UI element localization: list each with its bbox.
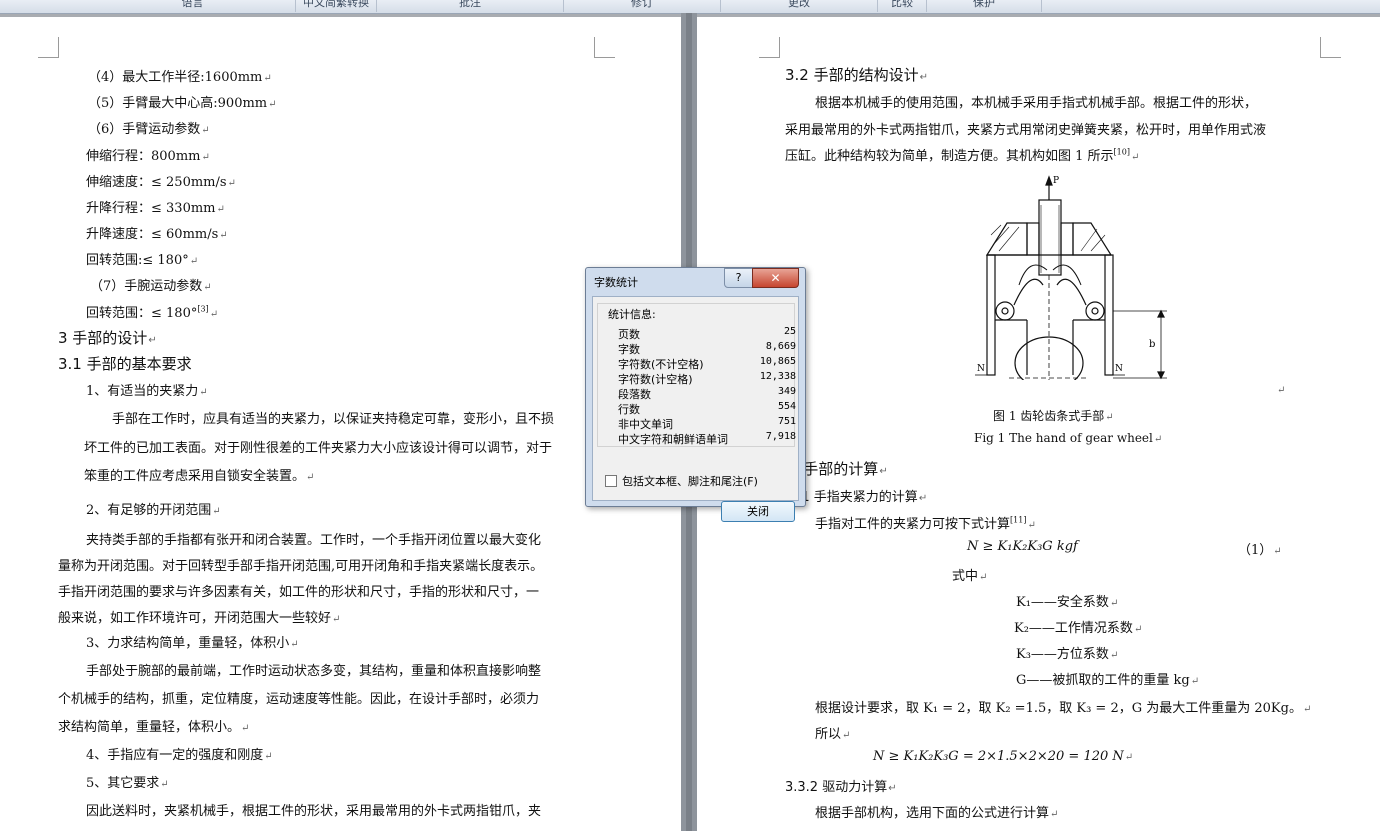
body-line: 所以↵ bbox=[815, 727, 851, 742]
ribbon-group-compare[interactable]: 比较 bbox=[878, 0, 927, 12]
body-line: 4、手指应有一定的强度和刚度↵ bbox=[86, 748, 273, 763]
definition-k2: K₂——工作情况系数↵ bbox=[1014, 621, 1143, 636]
body-line: 根据本机械手的使用范围，本机械手采用手指式机械手部。根据工件的形状， bbox=[815, 96, 1258, 111]
fig-label-n-right: N bbox=[1115, 364, 1123, 374]
definition-k1: K₁——安全系数↵ bbox=[1016, 595, 1119, 610]
stat-row-chars-no-spaces: 字符数(不计空格) 10,865 bbox=[618, 356, 796, 371]
margin-corner-mark bbox=[38, 37, 59, 58]
heading-3: 3 手部的设计↵ bbox=[58, 329, 157, 347]
figure-gear-hand: P b N N bbox=[975, 175, 1167, 380]
body-line: 笨重的工件应考虑采用自锁安全装置。↵ bbox=[84, 469, 315, 484]
body-line: （7）手腕运动参数↵ bbox=[90, 279, 212, 294]
body-line: 1、有适当的夹紧力↵ bbox=[86, 384, 208, 399]
body-line: 般来说，如工作环境许可，开闭范围大一些较好↵ bbox=[58, 611, 341, 626]
dialog-body: 统计信息: 页数 25 字数 8,669 字符数(不计空格) 10,865 字符数(计… bbox=[592, 296, 799, 522]
ribbon-group-protect[interactable]: 保护 bbox=[927, 0, 1042, 12]
ribbon-group-tracking[interactable]: 修订 bbox=[564, 0, 721, 12]
body-line: （5）手臂最大中心高:900mm↵ bbox=[88, 96, 277, 111]
margin-corner-mark bbox=[594, 37, 615, 58]
include-textboxes-checkbox[interactable] bbox=[605, 475, 617, 487]
stat-row-pages: 页数 25 bbox=[618, 326, 796, 341]
body-line: 2、有足够的开闭范围↵ bbox=[86, 503, 221, 518]
body-line: 个机械手的结构，抓重，定位精度，运动速度等性能。因此，在设计手部时，必须力 bbox=[58, 692, 540, 707]
body-line: 根据设计要求，取 K₁ = 2，取 K₂ =1.5，取 K₃ = 2，G 为最大… bbox=[815, 701, 1312, 716]
heading-3-1: 3.1 手部的基本要求 bbox=[58, 355, 192, 373]
heading-3-2: 3.2 手部的结构设计↵ bbox=[785, 66, 929, 84]
fig-label-n-left: N bbox=[977, 364, 985, 374]
formula-clamp-force: N ≥ K₁K₂K₃G kgf bbox=[967, 539, 1078, 554]
help-button[interactable]: ? bbox=[724, 268, 753, 288]
document-page-left[interactable]: （4）最大工作半径:1600mm↵ （5）手臂最大中心高:900mm↵ （6）手… bbox=[0, 17, 681, 831]
stat-row-lines: 行数 554 bbox=[618, 401, 796, 416]
body-line: 采用最常用的外卡式两指钳爪，夹紧方式用常闭史弹簧夹紧，松开时，用单作用式液 bbox=[785, 123, 1267, 138]
ribbon-group-language[interactable]: 语言 bbox=[90, 0, 296, 12]
heading-3-3-1: 3.1 手指夹紧力的计算↵ bbox=[789, 490, 928, 505]
body-line: 量称为开闭范围。对于回转型手部手指开闭范围,可用开闭角和手指夹紧端长度表示。 bbox=[58, 559, 544, 574]
body-line: 夹持类手部的手指都有张开和闭合装置。工作时，一个手指开闭位置以最大变化 bbox=[86, 533, 542, 548]
ribbon-group-comments[interactable]: 批注 bbox=[377, 0, 564, 12]
ribbon-group-convert[interactable]: 中文简繁转换 bbox=[296, 0, 377, 12]
body-line: 手指开闭范围的要求与许多因素有关，如工件的形状和尺寸，手指的形状和尺寸，一 bbox=[58, 585, 540, 600]
stat-row-words: 字数 8,669 bbox=[618, 341, 796, 356]
margin-corner-mark bbox=[759, 37, 780, 58]
help-icon: ? bbox=[735, 271, 742, 284]
body-line: （6）手臂运动参数↵ bbox=[88, 122, 210, 137]
body-line: 手指对工件的夹紧力可按下式计算[11]↵ bbox=[815, 515, 1036, 532]
dialog-title: 字数统计 bbox=[594, 276, 638, 289]
body-line: 手部处于腕部的最前端，工作时运动状态多变，其结构，重量和体积直接影响整 bbox=[86, 664, 542, 679]
stat-row-paragraphs: 段落数 349 bbox=[618, 386, 796, 401]
formula-result: N ≥ K₁K₂K₃G = 2×1.5×2×20 = 120 N↵ bbox=[873, 749, 1134, 764]
fig-label-b: b bbox=[1149, 339, 1155, 350]
body-line: 伸缩行程：800mm↵ bbox=[86, 149, 210, 164]
figure-caption-cn: 图 1 齿轮齿条式手部↵ bbox=[993, 409, 1114, 423]
body-line: 手部在工作时，应具有适当的夹紧力，以保证夹持稳定可靠，变形小，且不损 bbox=[112, 412, 555, 427]
include-textboxes-label[interactable]: 包括文本框、脚注和尾注(F) bbox=[622, 473, 758, 489]
equation-number: （1）↵ bbox=[1238, 543, 1282, 558]
definition-k3: K₃——方位系数↵ bbox=[1016, 647, 1119, 662]
figure-caption-en: Fig 1 The hand of gear wheel↵ bbox=[974, 431, 1163, 445]
heading-3-3-2: 3.3.2 驱动力计算↵ bbox=[785, 780, 897, 795]
body-line: 3、力求结构简单，重量轻，体积小↵ bbox=[86, 636, 299, 651]
stats-group-label: 统计信息: bbox=[606, 306, 658, 322]
stat-row-chars-with-spaces: 字符数(计空格) 12,338 bbox=[618, 371, 796, 386]
stat-row-asian-chars: 中文字符和朝鲜语单词 7,918 bbox=[618, 431, 796, 446]
body-line: 升降速度：≤ 60mm/s↵ bbox=[86, 227, 228, 242]
word-count-dialog: 字数统计 ? ✕ 统计信息: 页数 25 字数 8,669 字符数(不计空格) 10,… bbox=[585, 267, 806, 522]
body-line: 回转范围：≤ 180°[3]↵ bbox=[86, 304, 219, 321]
close-button[interactable]: 关闭 bbox=[721, 501, 795, 522]
ribbon-bar: 语言 中文简繁转换 批注 修订 更改 比较 保护 bbox=[0, 0, 1380, 14]
body-line: 回转范围:≤ 180°↵ bbox=[86, 253, 199, 268]
close-icon: ✕ bbox=[770, 271, 781, 285]
body-line: 式中↵ bbox=[952, 569, 988, 584]
paragraph-mark: ↵ bbox=[1277, 385, 1286, 396]
close-window-button[interactable]: ✕ bbox=[752, 268, 799, 288]
body-line: 伸缩速度：≤ 250mm/s↵ bbox=[86, 175, 236, 190]
body-line: 因此送料时，夹紧机械手，根据工件的形状，采用最常用的外卡式两指钳爪，夹 bbox=[86, 804, 542, 819]
definition-g: G——被抓取的工件的重量 kg↵ bbox=[1016, 673, 1200, 688]
body-line: 根据手部机构，选用下面的公式进行计算↵ bbox=[815, 806, 1059, 821]
body-line: 求结构简单，重量轻，体积小。↵ bbox=[58, 720, 250, 735]
stats-group: 统计信息: 页数 25 字数 8,669 字符数(不计空格) 10,865 字符数(计… bbox=[597, 303, 796, 447]
fig-label-p: P bbox=[1053, 176, 1059, 186]
margin-corner-mark bbox=[1320, 37, 1341, 58]
body-line: （4）最大工作半径:1600mm↵ bbox=[88, 70, 272, 85]
body-line: 升降行程：≤ 330mm↵ bbox=[86, 201, 225, 216]
body-line: 压缸。此种结构较为简单，制造方便。其机构如图 1 所示[10]↵ bbox=[785, 147, 1140, 164]
stat-row-non-asian-words: 非中文单词 751 bbox=[618, 416, 796, 431]
ribbon-group-changes[interactable]: 更改 bbox=[721, 0, 878, 12]
body-line: 坏工件的已加工表面。对于刚性很差的工件夹紧力大小应该设计得可以调节，对于 bbox=[84, 441, 553, 456]
body-line: 5、其它要求↵ bbox=[86, 776, 169, 791]
